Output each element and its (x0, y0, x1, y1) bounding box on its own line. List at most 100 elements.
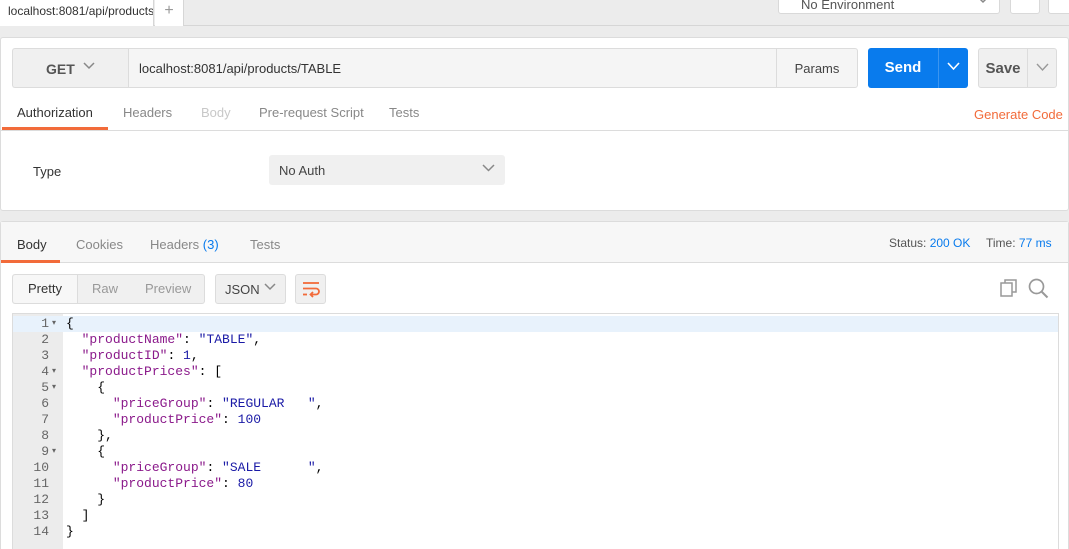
fold-arrow-icon[interactable]: ▾ (52, 380, 56, 396)
code-line: 14} (13, 524, 1058, 540)
request-tabs: Authorization Headers Body Pre-request S… (1, 98, 1068, 131)
chevron-down-icon (83, 62, 95, 70)
line-number: 9 (41, 444, 49, 459)
tab-tests[interactable]: Tests (389, 105, 419, 120)
wrap-lines-icon (303, 282, 320, 298)
chevron-down-icon (482, 164, 495, 172)
tab-pre-request-script[interactable]: Pre-request Script (259, 105, 364, 120)
copy-icon[interactable] (999, 278, 1019, 298)
request-panel: GET localhost:8081/api/products/TABLE Pa… (0, 37, 1069, 211)
request-tab[interactable]: localhost:8081/api/products (0, 0, 154, 26)
new-tab-button[interactable]: + (155, 0, 184, 26)
send-button[interactable]: Send (868, 48, 938, 88)
code-line: 13 ] (13, 508, 1058, 524)
tab-headers[interactable]: Headers (123, 105, 172, 120)
code-text: } (66, 492, 106, 507)
url-input[interactable]: localhost:8081/api/products/TABLE (128, 48, 777, 88)
save-dropdown-button[interactable] (1027, 48, 1057, 88)
status-label: Status: (889, 236, 927, 250)
auth-type-label: Type (33, 164, 62, 179)
gear-icon[interactable] (1048, 0, 1069, 14)
code-line: 1 ▾ { (13, 316, 1058, 332)
eye-icon[interactable] (1010, 0, 1040, 14)
tab-response-headers[interactable]: Headers (3) (150, 237, 219, 252)
view-mode-group: Pretty Raw Preview (12, 274, 205, 304)
code-text: "productPrices": [ (81, 364, 223, 379)
search-icon[interactable] (1028, 278, 1049, 299)
line-number: 3 (41, 348, 49, 363)
chevron-down-icon (1036, 63, 1049, 72)
tab-body[interactable]: Body (201, 105, 231, 120)
code-text: "productPrice": 80 (112, 476, 254, 491)
code-text: { (66, 444, 106, 459)
code-text: ] (66, 508, 90, 523)
method-select[interactable]: GET (12, 48, 128, 88)
code-line: 5 ▾ { (13, 380, 1058, 396)
params-button[interactable]: Params (776, 48, 858, 88)
code-text: "productName": "TABLE", (81, 332, 262, 347)
format-select[interactable]: JSON (215, 274, 286, 304)
fold-arrow-icon[interactable]: ▾ (52, 444, 56, 460)
tab-response-tests[interactable]: Tests (250, 237, 280, 252)
code-line: 9 ▾ { (13, 444, 1058, 460)
line-number: 13 (33, 508, 49, 523)
status-value: 200 OK (929, 236, 971, 250)
tab-cookies[interactable]: Cookies (76, 237, 123, 252)
code-line: 11 "productPrice": 80 (13, 476, 1058, 492)
line-number: 8 (41, 428, 49, 443)
code-line: 10 "priceGroup": "SALE ", (13, 460, 1058, 476)
code-line: 2 "productName": "TABLE", (13, 332, 1058, 348)
fold-arrow-icon[interactable]: ▾ (52, 364, 56, 380)
code-text: "productID": 1, (81, 348, 199, 363)
code-line: 12 } (13, 492, 1058, 508)
code-line: 7 "productPrice": 100 (13, 412, 1058, 428)
view-preview-button[interactable]: Preview (145, 281, 191, 296)
response-headers-count: (3) (202, 237, 219, 252)
code-text: { (66, 380, 106, 395)
line-number: 4 (41, 364, 49, 379)
view-pretty-button[interactable]: Pretty (28, 281, 62, 296)
tab-response-body[interactable]: Body (17, 237, 47, 252)
tab-strip: localhost:8081/api/products + No Environ… (0, 0, 1069, 26)
line-number: 14 (33, 524, 49, 539)
response-headers-label: Headers (150, 237, 200, 252)
line-number: 1 (41, 316, 49, 331)
active-tab-indicator (1, 260, 60, 263)
fold-arrow-icon[interactable]: ▾ (52, 316, 56, 332)
response-code-editor[interactable]: 1 ▾{2 "productName": "TABLE", 3 "productID… (12, 313, 1059, 549)
view-raw-button[interactable]: Raw (92, 281, 118, 296)
code-text: { (66, 316, 74, 331)
time-label: Time: (986, 236, 1016, 250)
save-button[interactable]: Save (978, 48, 1028, 88)
chevron-down-icon (947, 62, 960, 71)
wrap-lines-button[interactable] (295, 274, 326, 304)
code-text: "priceGroup": "SALE ", (112, 460, 324, 475)
code-line: 8 }, (13, 428, 1058, 444)
code-line: 3 "productID": 1, (13, 348, 1058, 364)
line-number: 12 (33, 492, 49, 507)
auth-type-value: No Auth (279, 163, 326, 178)
environment-select[interactable]: No Environment (778, 0, 1000, 14)
line-number: 10 (33, 460, 49, 475)
line-number: 5 (41, 380, 49, 395)
line-number: 2 (41, 332, 49, 347)
status-readout: Status: 200 OK (889, 236, 970, 250)
send-dropdown-button[interactable] (938, 48, 968, 88)
generate-code-link[interactable]: Generate Code (974, 107, 1063, 122)
code-text: "priceGroup": "REGULAR ", (112, 396, 324, 411)
code-text: "productPrice": 100 (112, 412, 262, 427)
environment-label: No Environment (801, 0, 895, 12)
response-panel: Body Cookies Headers (3) Tests Status: 2… (0, 221, 1069, 549)
line-number: 6 (41, 396, 49, 411)
time-readout: Time: 77 ms (986, 236, 1052, 250)
active-tab-indicator (2, 127, 108, 130)
chevron-down-icon (264, 283, 276, 291)
line-number: 11 (33, 476, 49, 491)
code-line: 6 "priceGroup": "REGULAR ", (13, 396, 1058, 412)
auth-type-select[interactable]: No Auth (269, 155, 505, 185)
format-value: JSON (225, 282, 260, 297)
tab-authorization[interactable]: Authorization (17, 105, 93, 120)
code-text: } (66, 524, 74, 539)
method-label: GET (46, 61, 75, 77)
chevron-down-icon (979, 0, 987, 4)
